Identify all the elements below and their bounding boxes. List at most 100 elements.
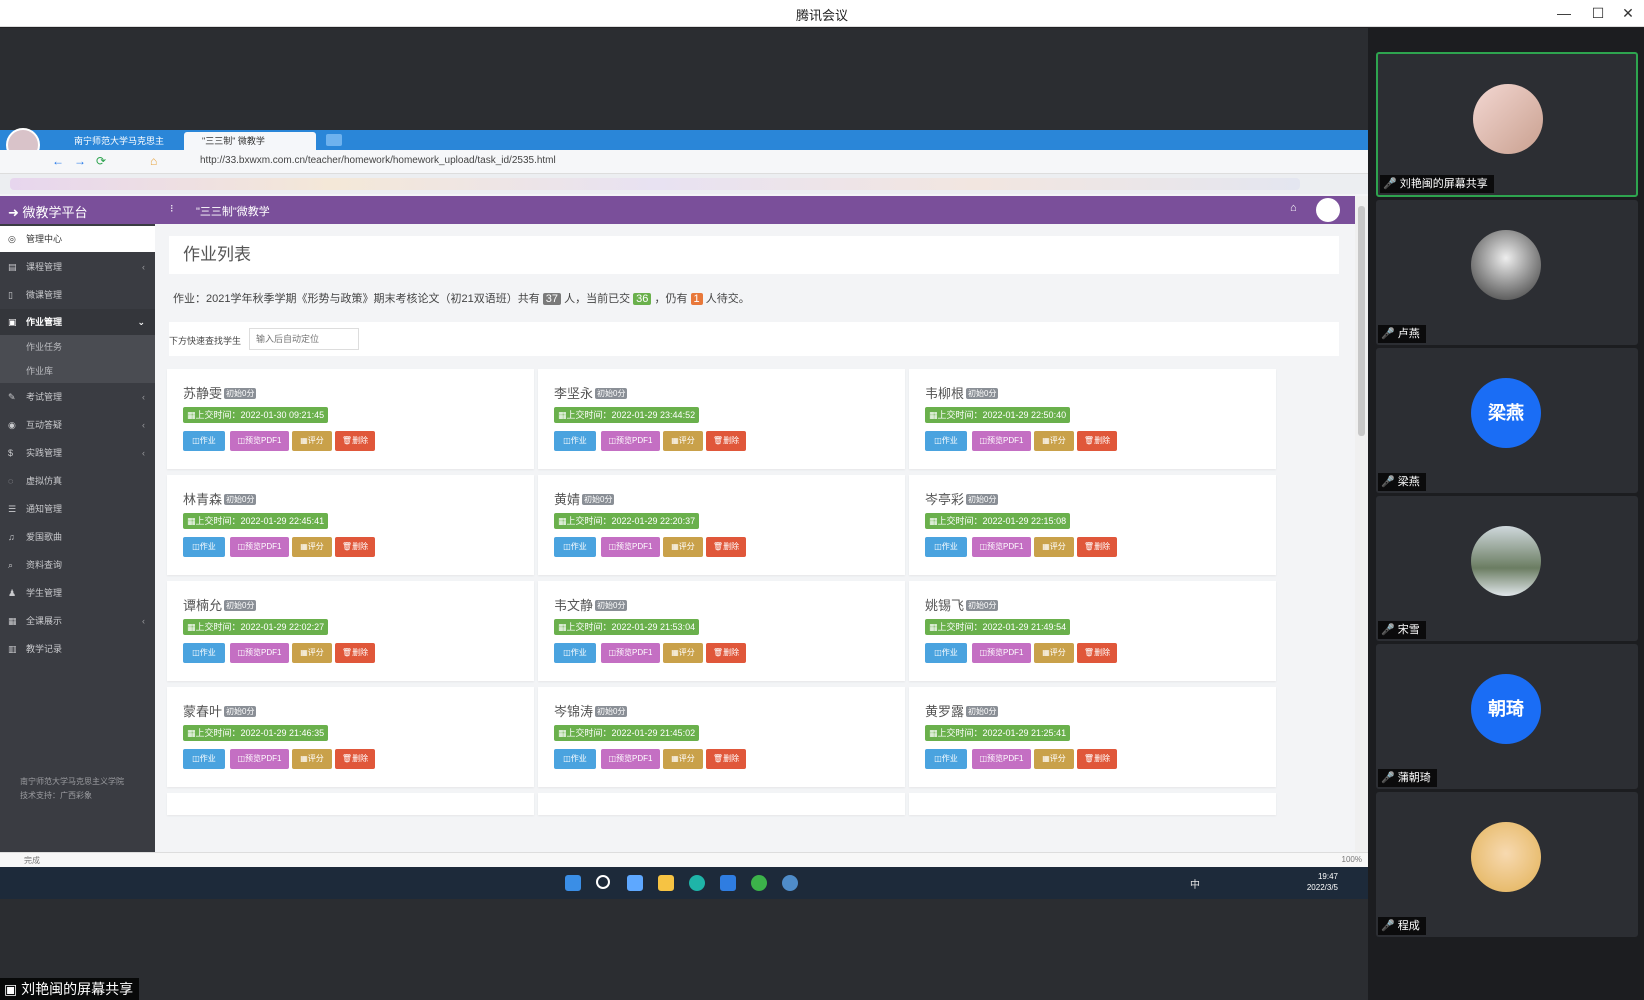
score-button[interactable]: ▦评分: [663, 537, 703, 557]
sidebar-item-showcase[interactable]: ▦ 全课展示 ‹: [0, 608, 155, 634]
sidebar-item-songs[interactable]: ♫ 爱国歌曲: [0, 524, 155, 550]
menu-toggle-icon[interactable]: ⁝: [170, 202, 174, 215]
score-button[interactable]: ▦评分: [1034, 537, 1074, 557]
score-button[interactable]: ▦评分: [663, 643, 703, 663]
delete-button[interactable]: 🗑删除: [1077, 749, 1117, 769]
participant-tile[interactable]: 🎤 程成: [1376, 792, 1638, 937]
sidebar-item-practice[interactable]: $ 实践管理 ‹: [0, 440, 155, 466]
participant-tile[interactable]: 🎤 宋雪: [1376, 496, 1638, 641]
sidebar-item-qa[interactable]: ◉ 互动答疑 ‹: [0, 412, 155, 438]
preview-pdf-button[interactable]: ◫预览PDF1: [972, 749, 1031, 769]
home-link-icon[interactable]: ⌂: [1290, 202, 1297, 214]
ime-indicator[interactable]: 中: [1190, 876, 1200, 891]
delete-button[interactable]: 🗑删除: [335, 749, 375, 769]
delete-button[interactable]: 🗑删除: [1077, 643, 1117, 663]
user-avatar[interactable]: [1316, 198, 1340, 222]
preview-pdf-button[interactable]: ◫预览PDF1: [972, 643, 1031, 663]
search-icon[interactable]: [596, 875, 610, 889]
back-icon[interactable]: ←: [52, 154, 64, 168]
wechat-icon[interactable]: [751, 875, 767, 891]
sidebar-item-microcourse[interactable]: ▯ 微课管理: [0, 282, 155, 308]
score-button[interactable]: ▦评分: [292, 431, 332, 451]
browser-app-icon[interactable]: [782, 875, 798, 891]
minimize-button[interactable]: —: [1550, 3, 1578, 23]
file-explorer-icon[interactable]: [658, 875, 674, 891]
delete-button[interactable]: 🗑删除: [706, 537, 746, 557]
submit-time: ▦上交时间：2022-01-29 21:25:41: [925, 725, 1071, 741]
score-button[interactable]: ▦评分: [1034, 431, 1074, 451]
score-button[interactable]: ▦评分: [292, 537, 332, 557]
sidebar-item-search[interactable]: ⌕ 资料查询: [0, 552, 155, 578]
view-homework-button[interactable]: ◫作业: [925, 749, 967, 769]
scrollbar-thumb[interactable]: [1358, 206, 1365, 436]
sidebar-item-students[interactable]: ♟ 学生管理: [0, 580, 155, 606]
view-homework-button[interactable]: ◫作业: [925, 537, 967, 557]
view-homework-button[interactable]: ◫作业: [183, 749, 225, 769]
view-homework-button[interactable]: ◫作业: [925, 643, 967, 663]
participant-tile[interactable]: 🎤 刘艳闽的屏幕共享: [1376, 52, 1638, 197]
sidebar-item-simulation[interactable]: ◌ 虚拟仿真: [0, 468, 155, 494]
preview-pdf-button[interactable]: ◫预览PDF1: [601, 643, 660, 663]
preview-pdf-button[interactable]: ◫预览PDF1: [230, 431, 289, 451]
preview-pdf-button[interactable]: ◫预览PDF1: [230, 643, 289, 663]
sidebar-item-homework[interactable]: ▣ 作业管理 ⌄: [0, 309, 155, 335]
browser-tab-1[interactable]: 南宁师范大学马克思主: [56, 132, 176, 150]
sidebar-subitem-tasks[interactable]: 作业任务: [0, 335, 155, 359]
photos-icon[interactable]: [720, 875, 736, 891]
delete-button[interactable]: 🗑删除: [335, 643, 375, 663]
edge-icon[interactable]: [689, 875, 705, 891]
delete-button[interactable]: 🗑删除: [706, 431, 746, 451]
sidebar-subitem-library[interactable]: 作业库: [0, 359, 155, 383]
preview-pdf-button[interactable]: ◫预览PDF1: [972, 537, 1031, 557]
delete-button[interactable]: 🗑删除: [335, 431, 375, 451]
refresh-icon[interactable]: ⟳: [96, 154, 106, 168]
preview-pdf-button[interactable]: ◫预览PDF1: [230, 537, 289, 557]
score-button[interactable]: ▦评分: [663, 749, 703, 769]
sidebar-item-exam[interactable]: ✎ 考试管理 ‹: [0, 384, 155, 410]
delete-button[interactable]: 🗑删除: [706, 643, 746, 663]
preview-pdf-button[interactable]: ◫预览PDF1: [601, 431, 660, 451]
new-tab-button[interactable]: [326, 134, 342, 146]
score-button[interactable]: ▦评分: [1034, 749, 1074, 769]
preview-pdf-button[interactable]: ◫预览PDF1: [601, 537, 660, 557]
task-view-icon[interactable]: [627, 875, 643, 891]
view-homework-button[interactable]: ◫作业: [554, 643, 596, 663]
preview-pdf-button[interactable]: ◫预览PDF1: [601, 749, 660, 769]
participant-tile[interactable]: 🎤 卢燕: [1376, 200, 1638, 345]
score-button[interactable]: ▦评分: [292, 643, 332, 663]
forward-icon[interactable]: →: [74, 154, 86, 168]
zoom-level[interactable]: 100%: [1342, 855, 1362, 864]
browser-tab-2[interactable]: "三三制" 微教学: [184, 132, 316, 150]
view-homework-button[interactable]: ◫作业: [554, 749, 596, 769]
taskbar-clock[interactable]: 19:47 2022/3/5: [1307, 871, 1338, 893]
delete-button[interactable]: 🗑删除: [1077, 431, 1117, 451]
student-search-input[interactable]: [249, 328, 359, 350]
page-scrollbar[interactable]: [1355, 196, 1368, 852]
view-homework-button[interactable]: ◫作业: [925, 431, 967, 451]
close-button[interactable]: ✕: [1614, 3, 1642, 23]
delete-button[interactable]: 🗑删除: [1077, 537, 1117, 557]
microcourse-icon: ▯: [8, 290, 13, 300]
view-homework-button[interactable]: ◫作业: [554, 537, 596, 557]
delete-button[interactable]: 🗑删除: [335, 537, 375, 557]
sidebar-item-course[interactable]: ▤ 课程管理 ‹: [0, 254, 155, 280]
sidebar-item-notice[interactable]: ☰ 通知管理: [0, 496, 155, 522]
view-homework-button[interactable]: ◫作业: [183, 537, 225, 557]
sidebar-item-home[interactable]: ◎ 管理中心: [0, 226, 155, 252]
view-homework-button[interactable]: ◫作业: [183, 431, 225, 451]
score-button[interactable]: ▦评分: [663, 431, 703, 451]
url-field[interactable]: http://33.bxwxm.com.cn/teacher/homework/…: [200, 155, 556, 166]
preview-pdf-button[interactable]: ◫预览PDF1: [972, 431, 1031, 451]
view-homework-button[interactable]: ◫作业: [554, 431, 596, 451]
score-button[interactable]: ▦评分: [1034, 643, 1074, 663]
sidebar-item-records[interactable]: ▥ 教学记录: [0, 636, 155, 662]
view-homework-button[interactable]: ◫作业: [183, 643, 225, 663]
preview-pdf-button[interactable]: ◫预览PDF1: [230, 749, 289, 769]
maximize-button[interactable]: ☐: [1584, 3, 1612, 23]
participant-tile[interactable]: 梁燕 🎤 梁燕: [1376, 348, 1638, 493]
score-button[interactable]: ▦评分: [292, 749, 332, 769]
start-icon[interactable]: [565, 875, 581, 891]
participant-tile[interactable]: 朝琦 🎤 蒲朝琦: [1376, 644, 1638, 789]
delete-button[interactable]: 🗑删除: [706, 749, 746, 769]
home-icon[interactable]: ⌂: [150, 154, 157, 168]
